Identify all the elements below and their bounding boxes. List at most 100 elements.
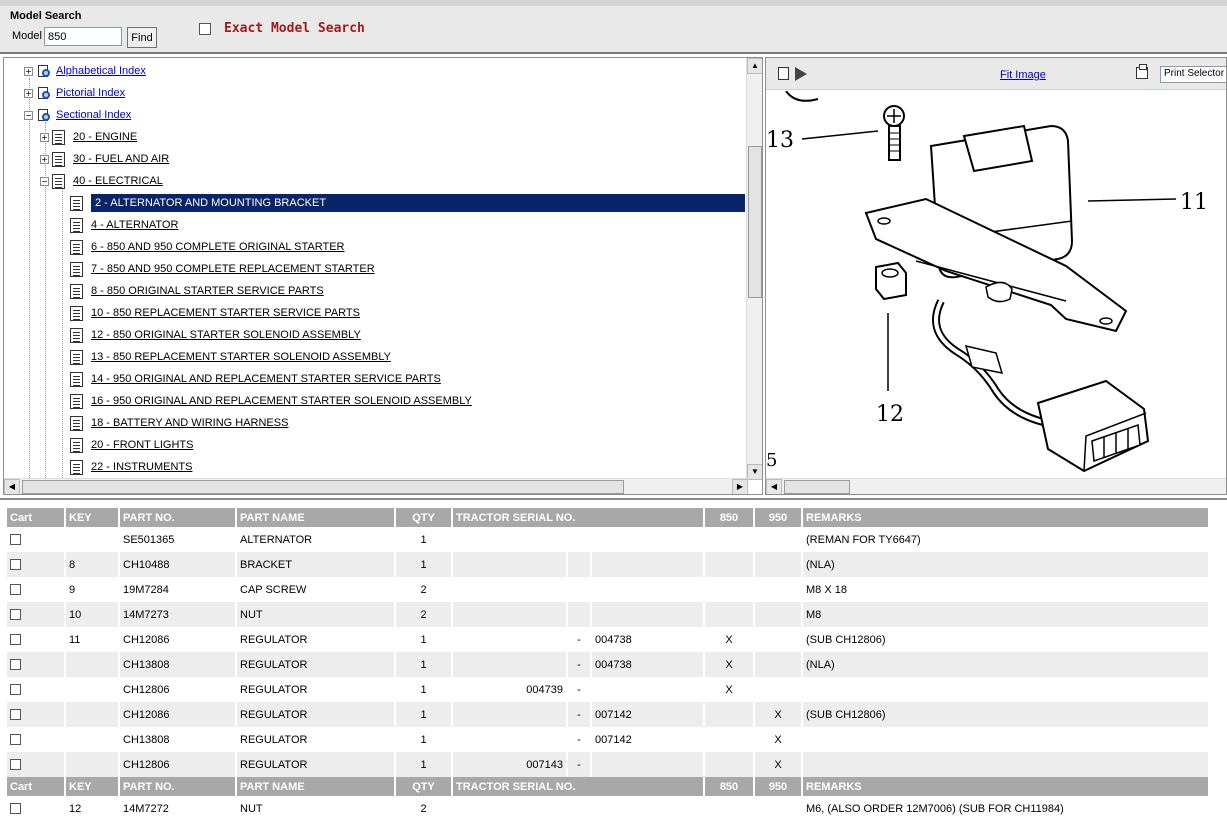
tree-guide-line xyxy=(62,188,63,494)
diagram-horizontal-scrollbar[interactable]: ◀ xyxy=(766,478,1226,494)
cell-remarks xyxy=(803,752,1208,777)
tree-item-section-electrical[interactable]: − 40 - ELECTRICAL xyxy=(40,170,163,192)
tree-vertical-scrollbar[interactable]: ▲ ▼ xyxy=(746,58,762,480)
exact-model-search-label: Exact Model Search xyxy=(224,21,365,36)
play-icon[interactable] xyxy=(795,67,807,81)
cell-remarks: M8 X 18 xyxy=(803,577,1208,602)
collapse-minus-icon[interactable]: − xyxy=(40,176,49,186)
cell-remarks: M6, (ALSO ORDER 12M7006) (SUB FOR CH1198… xyxy=(803,796,1208,821)
tree-item-page-selected[interactable]: 2 - ALTERNATOR AND MOUNTING BRACKET xyxy=(70,192,745,214)
col-part-no: PART NO. xyxy=(120,508,235,527)
tree-item-label[interactable]: Pictorial Index xyxy=(56,87,125,99)
tree-item-alphabetical-index[interactable]: + Alphabetical Index xyxy=(24,60,146,82)
tree-item-page[interactable]: 13 - 850 REPLACEMENT STARTER SOLENOID AS… xyxy=(70,346,391,368)
scroll-thumb[interactable] xyxy=(748,146,762,298)
tree-item-label[interactable]: 10 - 850 REPLACEMENT STARTER SERVICE PAR… xyxy=(91,307,360,319)
expand-plus-icon[interactable]: + xyxy=(24,66,33,76)
tree-item-label[interactable]: 14 - 950 ORIGINAL AND REPLACEMENT STARTE… xyxy=(91,373,441,385)
add-to-cart-checkbox[interactable] xyxy=(10,709,21,721)
page-doc-icon xyxy=(70,349,83,365)
exact-model-search-checkbox[interactable] xyxy=(199,23,211,35)
fit-image-link[interactable]: Fit Image xyxy=(1000,69,1046,81)
tree-item-label[interactable]: 12 - 850 ORIGINAL STARTER SOLENOID ASSEM… xyxy=(91,329,361,341)
printer-icon[interactable] xyxy=(1136,64,1148,79)
tree-item-label[interactable]: 6 - 850 AND 950 COMPLETE ORIGINAL STARTE… xyxy=(91,241,345,253)
tree-item-label[interactable]: 4 - ALTERNATOR xyxy=(91,219,178,231)
tree-item-section-fuel-air[interactable]: + 30 - FUEL AND AIR xyxy=(40,148,169,170)
page-doc-icon xyxy=(70,305,83,321)
tree-item-label[interactable]: Alphabetical Index xyxy=(56,65,146,77)
tree-item-page[interactable]: 14 - 950 ORIGINAL AND REPLACEMENT STARTE… xyxy=(70,368,441,390)
tree-horizontal-scrollbar[interactable]: ◀ ▶ xyxy=(4,478,748,494)
add-to-cart-checkbox[interactable] xyxy=(10,803,21,815)
cell-950: X xyxy=(755,752,801,777)
index-book-icon xyxy=(36,86,51,101)
scroll-down-arrow-icon[interactable]: ▼ xyxy=(747,464,762,480)
tree-item-label[interactable]: 22 - INSTRUMENTS xyxy=(91,461,192,473)
cell-serial-to xyxy=(592,796,703,821)
model-input[interactable] xyxy=(44,27,122,46)
cell-qty: 1 xyxy=(396,627,451,652)
tree-item-page[interactable]: 18 - BATTERY AND WIRING HARNESS xyxy=(70,412,288,434)
cell-qty: 1 xyxy=(396,752,451,777)
scroll-left-arrow-icon[interactable]: ◀ xyxy=(766,479,782,494)
add-to-cart-checkbox[interactable] xyxy=(10,659,21,671)
cell-serial-to xyxy=(592,577,703,602)
tree-item-section-engine[interactable]: + 20 - ENGINE xyxy=(40,126,137,148)
cell-part-name: CAP SCREW xyxy=(237,577,394,602)
add-to-cart-checkbox[interactable] xyxy=(10,734,21,746)
tree-item-label[interactable]: 20 - FRONT LIGHTS xyxy=(91,439,193,451)
tree-item-label[interactable]: 20 - ENGINE xyxy=(73,131,137,143)
scroll-thumb[interactable] xyxy=(784,480,850,494)
expand-plus-icon[interactable]: + xyxy=(24,88,33,98)
col-key: KEY xyxy=(66,777,118,796)
index-tree-pane: + Alphabetical Index + Pictorial Index −… xyxy=(3,57,763,495)
add-to-cart-checkbox[interactable] xyxy=(10,609,21,621)
scroll-left-arrow-icon[interactable]: ◀ xyxy=(4,479,20,494)
add-to-cart-checkbox[interactable] xyxy=(10,759,21,771)
add-to-cart-checkbox[interactable] xyxy=(10,684,21,696)
tree-item-page[interactable]: 20 - FRONT LIGHTS xyxy=(70,434,193,456)
cell-part-name: BRACKET xyxy=(237,552,394,577)
cell-part-no: CH12806 xyxy=(120,677,235,702)
tree-item-label[interactable]: Sectional Index xyxy=(56,109,131,121)
tree-item-label[interactable]: 2 - ALTERNATOR AND MOUNTING BRACKET xyxy=(91,194,745,212)
tree-item-page[interactable]: 10 - 850 REPLACEMENT STARTER SERVICE PAR… xyxy=(70,302,360,324)
document-icon[interactable] xyxy=(778,67,789,80)
tree-item-pictorial-index[interactable]: + Pictorial Index xyxy=(24,82,125,104)
print-selector-dropdown[interactable]: Print Selector xyxy=(1160,66,1226,83)
page-doc-icon xyxy=(70,239,83,255)
tree-item-label[interactable]: 30 - FUEL AND AIR xyxy=(73,153,169,165)
tree-item-page[interactable]: 22 - INSTRUMENTS xyxy=(70,456,192,478)
scroll-right-arrow-icon[interactable]: ▶ xyxy=(732,479,748,494)
tree-item-label[interactable]: 18 - BATTERY AND WIRING HARNESS xyxy=(91,417,288,429)
add-to-cart-checkbox[interactable] xyxy=(10,534,21,546)
collapse-minus-icon[interactable]: − xyxy=(24,110,33,120)
add-to-cart-checkbox[interactable] xyxy=(10,559,21,571)
tree-item-page[interactable]: 12 - 850 ORIGINAL STARTER SOLENOID ASSEM… xyxy=(70,324,361,346)
cell-key: 9 xyxy=(66,577,118,602)
add-to-cart-checkbox[interactable] xyxy=(10,634,21,646)
scroll-up-arrow-icon[interactable]: ▲ xyxy=(747,58,762,74)
expand-plus-icon[interactable]: + xyxy=(40,132,49,142)
tree-item-page[interactable]: 7 - 850 AND 950 COMPLETE REPLACEMENT STA… xyxy=(70,258,375,280)
tree-item-sectional-index[interactable]: − Sectional Index xyxy=(24,104,131,126)
tree-item-page[interactable]: 4 - ALTERNATOR xyxy=(70,214,178,236)
tree-item-label[interactable]: 16 - 950 ORIGINAL AND REPLACEMENT STARTE… xyxy=(91,395,472,407)
tree-item-label[interactable]: 40 - ELECTRICAL xyxy=(73,175,163,187)
expand-plus-icon[interactable]: + xyxy=(40,154,49,164)
tree-item-page[interactable]: 6 - 850 AND 950 COMPLETE ORIGINAL STARTE… xyxy=(70,236,345,258)
cell-part-no: 14M7273 xyxy=(120,602,235,627)
cell-key xyxy=(66,527,118,552)
tree-item-label[interactable]: 8 - 850 ORIGINAL STARTER SERVICE PARTS xyxy=(91,285,324,297)
tree-item-page[interactable]: 8 - 850 ORIGINAL STARTER SERVICE PARTS xyxy=(70,280,324,302)
find-button[interactable]: Find xyxy=(127,27,157,48)
col-qty: QTY xyxy=(396,508,451,527)
page-doc-icon xyxy=(70,415,83,431)
add-to-cart-checkbox[interactable] xyxy=(10,584,21,596)
cell-serial-to: 007142 xyxy=(592,702,703,727)
scroll-thumb[interactable] xyxy=(22,480,624,494)
tree-item-page[interactable]: 16 - 950 ORIGINAL AND REPLACEMENT STARTE… xyxy=(70,390,472,412)
tree-item-label[interactable]: 7 - 850 AND 950 COMPLETE REPLACEMENT STA… xyxy=(91,263,375,275)
tree-item-label[interactable]: 13 - 850 REPLACEMENT STARTER SOLENOID AS… xyxy=(91,351,391,363)
